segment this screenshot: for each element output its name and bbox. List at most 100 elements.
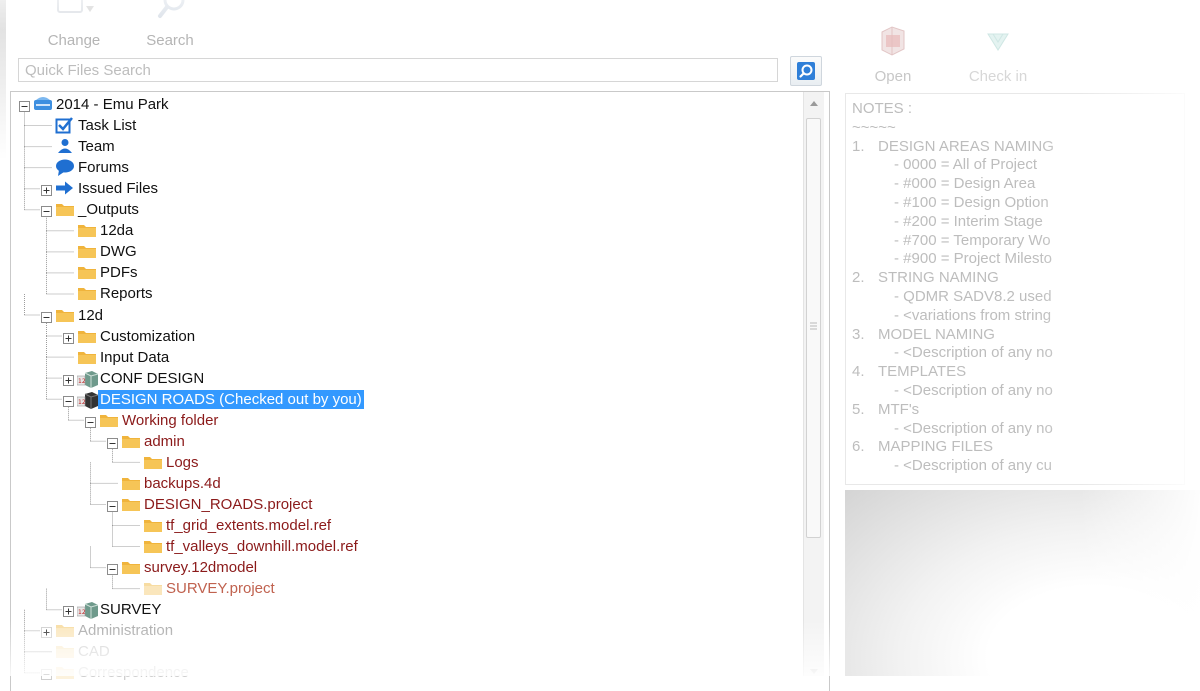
tree-node[interactable]: Working folder — [11, 410, 801, 431]
tree-node-label: backups.4d — [144, 474, 221, 492]
folder-icon — [143, 517, 163, 538]
tree-node[interactable]: 12 CONF DESIGN — [11, 368, 801, 389]
folder-icon — [121, 496, 141, 517]
collapse-icon[interactable] — [41, 310, 52, 323]
collapse-icon[interactable] — [41, 667, 52, 681]
tree-node[interactable]: tf_valleys_downhill.model.ref — [11, 536, 801, 557]
tree-node[interactable]: Logs — [11, 452, 801, 473]
collapse-icon[interactable] — [107, 436, 118, 449]
tree-node-label: SURVEY — [100, 601, 162, 619]
folder-icon — [77, 349, 97, 370]
collapse-icon[interactable] — [85, 415, 96, 428]
12d-open-icon — [881, 26, 905, 56]
notes-heading: 2. STRING NAMING — [852, 269, 1184, 288]
expand-icon[interactable] — [63, 604, 74, 618]
folder-icon — [55, 664, 75, 685]
folder-icon — [121, 559, 141, 580]
notes-heading-number: 4. — [852, 363, 865, 381]
search-icon — [797, 62, 815, 80]
notes-item: - 0000 = All of Project — [894, 156, 1037, 174]
folder-icon — [143, 538, 163, 559]
folder-icon — [55, 622, 75, 643]
grip-icon — [810, 322, 817, 330]
tree-node-label: PDFs — [100, 264, 138, 282]
notes-item: - #200 = Interim Stage — [894, 212, 1043, 230]
notes-item: - <Description of any no — [894, 344, 1053, 362]
notes-title: NOTES : — [852, 100, 913, 117]
tree-node[interactable]: Team — [11, 136, 801, 157]
tree-node[interactable]: Reports — [11, 283, 801, 304]
folder-icon — [77, 285, 97, 306]
tree-node[interactable]: Input Data — [11, 347, 801, 368]
tree-node[interactable]: DESIGN_ROADS.project — [11, 494, 801, 515]
tree-node-label: Task List — [78, 117, 137, 135]
tree-node-label: 12da — [100, 222, 134, 240]
collapse-icon[interactable] — [19, 99, 30, 112]
tree-node-label: _Outputs — [78, 201, 139, 219]
folder-icon — [121, 433, 141, 454]
tree-node[interactable]: 2014 - Emu Park — [11, 94, 801, 115]
tree-node[interactable]: Task List — [11, 115, 801, 136]
file-tree-panel[interactable]: 2014 - Emu Park Task List Team Forums Issued… — [10, 91, 830, 691]
folder-icon — [77, 222, 97, 243]
tree-node[interactable]: Issued Files — [11, 178, 801, 199]
collapse-icon[interactable] — [107, 499, 118, 512]
change-button[interactable]: Change — [42, 0, 106, 56]
folder-icon — [143, 454, 163, 475]
folder-icon — [77, 328, 97, 349]
folder-icon — [55, 643, 75, 664]
expand-icon[interactable] — [41, 183, 52, 197]
search-button[interactable]: Search — [138, 0, 202, 56]
tree-node-label: tf_grid_extents.model.ref — [166, 517, 332, 534]
notes-heading: 3. MODEL NAMING — [852, 326, 1184, 345]
open-button[interactable]: Open — [863, 20, 923, 90]
expand-icon[interactable] — [63, 373, 74, 386]
check-in-icon — [987, 33, 1009, 51]
expand-icon[interactable] — [41, 625, 52, 639]
notes-heading-text: MTF's — [878, 400, 920, 418]
collapse-icon[interactable] — [41, 204, 52, 218]
tree-node[interactable]: Correspondence — [11, 662, 801, 683]
check-in-button[interactable]: Check in — [958, 20, 1038, 90]
tree-node[interactable]: admin — [11, 431, 801, 452]
collapse-icon[interactable] — [63, 394, 74, 407]
tree-node[interactable]: PDFs — [11, 262, 801, 283]
tree-node[interactable]: backups.4d — [11, 473, 801, 494]
scrollbar-thumb[interactable] — [806, 118, 821, 538]
tree-node[interactable]: 12 DESIGN ROADS (Checked out by you) — [11, 389, 801, 410]
notes-heading-number: 2. — [852, 269, 865, 287]
tree-node[interactable]: DWG — [11, 241, 801, 262]
tree-node[interactable]: Forums — [11, 157, 801, 178]
folder-icon — [121, 475, 141, 496]
folder-icon — [77, 243, 97, 264]
folder-icon — [99, 412, 119, 433]
tree-node[interactable]: 12d — [11, 305, 801, 326]
tree-node[interactable]: SURVEY.project — [11, 578, 801, 599]
notes-heading-text: STRING NAMING — [878, 269, 999, 287]
folder-icon — [55, 307, 75, 328]
tree-node[interactable]: 12 SURVEY — [11, 599, 801, 620]
svg-text:12: 12 — [78, 378, 86, 385]
tree-node[interactable]: CAD — [11, 641, 801, 662]
quick-search-go-button[interactable] — [790, 56, 822, 86]
tree-node[interactable]: Administration — [11, 620, 801, 641]
quick-files-search-input[interactable] — [19, 59, 777, 81]
tree-node-label: 2014 - Emu Park — [56, 96, 169, 113]
tree-node[interactable]: tf_grid_extents.model.ref — [11, 515, 801, 536]
tree-node[interactable]: 12da — [11, 220, 801, 241]
svg-text:12: 12 — [78, 609, 86, 616]
notes-item: - #700 = Temporary Wo — [894, 231, 1051, 249]
notes-item: - <Description of any no — [894, 381, 1053, 399]
open-label: Open — [874, 68, 912, 85]
tree-node-label: CONF DESIGN — [100, 369, 205, 387]
tree-node[interactable]: Customization — [11, 326, 801, 347]
scroll-up-arrow-icon[interactable] — [804, 96, 824, 112]
tree-node[interactable]: _Outputs — [11, 199, 801, 220]
tree-node-label: survey.12dmodel — [144, 559, 258, 577]
tree-scrollbar[interactable] — [803, 92, 824, 676]
arrow-right-icon — [55, 180, 75, 201]
tree-node-label: Reports — [100, 285, 153, 303]
expand-icon[interactable] — [63, 331, 74, 344]
collapse-icon[interactable] — [107, 562, 118, 576]
tree-node[interactable]: survey.12dmodel — [11, 557, 801, 578]
